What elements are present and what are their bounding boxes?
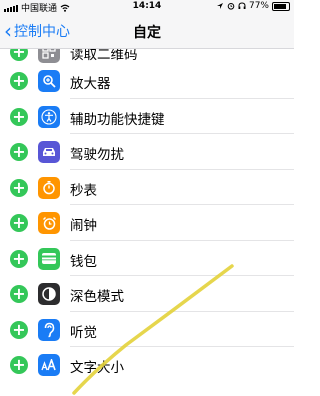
headphones-icon [238, 2, 246, 9]
navigation-bar: ‹ 控制中心 自定 [0, 14, 294, 49]
add-control-button[interactable]: + [10, 249, 28, 268]
add-control-button[interactable]: + [10, 178, 28, 197]
control-label: 听觉 [70, 324, 97, 341]
add-control-button[interactable]: + [10, 320, 28, 339]
status-right: 77% [216, 1, 290, 11]
wallet-icon [38, 247, 60, 270]
add-control-button[interactable]: + [10, 72, 28, 90]
stopwatch-icon [38, 176, 60, 199]
control-label: 驾驶勿扰 [70, 147, 124, 163]
list-item[interactable]: + 辅助功能快捷键 [0, 99, 294, 134]
status-bar: 中国联通 14:14 77% [0, 0, 294, 14]
control-label: 文字大小 [70, 360, 124, 376]
add-control-button[interactable]: + [10, 285, 28, 303]
control-label: 读取二维码 [70, 49, 138, 63]
page-title: 自定 [133, 25, 161, 41]
control-label: 辅助功能快捷键 [70, 111, 165, 128]
control-label: 闹钟 [70, 218, 97, 234]
control-label: 放大器 [70, 76, 111, 92]
list-item[interactable]: + 闹钟 [0, 205, 294, 241]
control-label: 钱包 [70, 253, 97, 270]
location-icon [216, 3, 223, 9]
alarm-icon [38, 212, 60, 234]
battery-percentage: 77% [248, 1, 269, 11]
battery-icon [272, 1, 290, 11]
car-icon [38, 141, 60, 163]
add-control-button[interactable]: + [10, 143, 28, 161]
alarm-status-icon [227, 3, 235, 10]
list-item[interactable]: + 秒表 [0, 170, 294, 205]
add-control-button[interactable]: + [10, 49, 28, 61]
control-label: 秒表 [70, 182, 97, 199]
ear-icon [38, 318, 60, 341]
dark-mode-icon [38, 283, 60, 305]
control-label: 深色模式 [70, 289, 124, 305]
list-item[interactable]: + 文字大小 [0, 347, 294, 383]
list-item[interactable]: + 深色模式 [0, 276, 294, 312]
list-item[interactable]: + 驾驶勿扰 [0, 134, 294, 170]
list-item[interactable]: + 钱包 [0, 241, 294, 276]
qr-code-icon [38, 49, 60, 63]
text-size-icon [38, 354, 60, 376]
list-item[interactable]: + 读取二维码 [0, 49, 294, 63]
list-item[interactable]: + 听觉 [0, 312, 294, 347]
magnifier-icon [38, 70, 60, 92]
accessibility-icon [38, 105, 60, 128]
more-controls-list: + 读取二维码 + 放大器 + 辅助功能快捷键 + 驾驶勿扰 + 秒表 + 闹钟… [0, 49, 294, 383]
add-control-button[interactable]: + [10, 214, 28, 232]
list-item[interactable]: + 放大器 [0, 63, 294, 99]
add-control-button[interactable]: + [10, 107, 28, 126]
add-control-button[interactable]: + [10, 356, 28, 374]
